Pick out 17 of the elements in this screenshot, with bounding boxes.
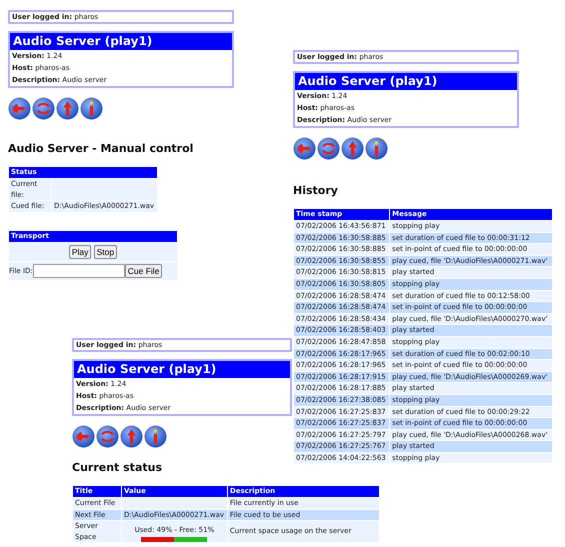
- cue-file-button[interactable]: Cue File: [124, 264, 162, 278]
- transport-button[interactable]: Stop: [94, 244, 118, 259]
- page-heading: Current status: [72, 461, 163, 475]
- info-icon[interactable]: [365, 137, 388, 160]
- info-icon[interactable]: [144, 425, 167, 448]
- file-id-field[interactable]: [32, 264, 125, 278]
- page-heading: Audio Server - Manual control: [8, 142, 194, 156]
- usage-meter: [141, 536, 208, 542]
- refresh-icon[interactable]: [96, 425, 119, 448]
- info-icon[interactable]: [80, 97, 103, 120]
- transport-button[interactable]: Play: [68, 244, 92, 259]
- server-title: Audio Server (play1): [74, 361, 290, 378]
- refresh-icon[interactable]: [317, 137, 340, 160]
- server-title: Audio Server (play1): [10, 33, 232, 50]
- server-title: Audio Server (play1): [295, 73, 517, 90]
- page-heading: History: [293, 184, 339, 198]
- refresh-icon[interactable]: [32, 97, 55, 120]
